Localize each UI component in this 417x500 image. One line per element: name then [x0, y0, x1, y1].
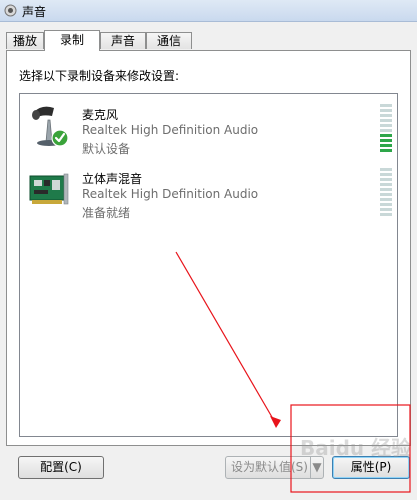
recording-panel: 选择以下录制设备来修改设置: 麦克风 Realtek High Definiti…: [6, 50, 411, 446]
level-segment: [380, 188, 392, 191]
level-segment: [380, 149, 392, 152]
level-meter: [380, 104, 392, 152]
level-segment: [380, 213, 392, 216]
tab-sounds[interactable]: 声音: [100, 32, 146, 49]
device-status: 准备就绪: [82, 206, 131, 220]
level-segment: [380, 203, 392, 206]
speaker-icon: [4, 4, 17, 17]
tab-strip: 播放 录制 声音 通信: [6, 30, 411, 51]
level-segment: [380, 173, 392, 176]
level-segment: [380, 109, 392, 112]
watermark: Baidu 经验: [300, 436, 412, 460]
device-name: 麦克风: [82, 108, 119, 122]
device-name: 立体声混音: [82, 172, 143, 186]
level-segment: [380, 134, 392, 137]
level-segment: [380, 124, 392, 127]
level-segment: [380, 208, 392, 211]
configure-button[interactable]: 配置(C): [18, 456, 104, 479]
level-segment: [380, 144, 392, 147]
instruction-text: 选择以下录制设备来修改设置:: [19, 69, 180, 83]
level-segment: [380, 183, 392, 186]
device-description: Realtek High Definition Audio: [82, 187, 259, 201]
level-segment: [380, 114, 392, 117]
sound-card-icon: [29, 173, 69, 205]
device-status: 默认设备: [82, 142, 131, 156]
microphone-icon: [32, 106, 69, 147]
level-segment: [380, 119, 392, 122]
tab-recording[interactable]: 录制: [44, 30, 100, 51]
device-list[interactable]: 麦克风 Realtek High Definition Audio 默认设备 立…: [19, 93, 398, 437]
list-item-stereo-mix[interactable]: 立体声混音 Realtek High Definition Audio 准备就绪: [20, 162, 397, 224]
level-segment: [380, 193, 392, 196]
level-segment: [380, 198, 392, 201]
level-segment: [380, 168, 392, 171]
tab-communications[interactable]: 通信: [146, 32, 192, 49]
level-segment: [380, 139, 392, 142]
level-segment: [380, 178, 392, 181]
tab-playback[interactable]: 播放: [6, 32, 44, 49]
level-segment: [380, 129, 392, 132]
title-bar: 声音: [0, 0, 417, 22]
window-title: 声音: [22, 5, 47, 19]
list-item-microphone[interactable]: 麦克风 Realtek High Definition Audio 默认设备: [20, 98, 397, 160]
level-segment: [380, 104, 392, 107]
set-default-button[interactable]: 设为默认值(S): [225, 456, 311, 479]
level-meter: [380, 168, 392, 216]
device-description: Realtek High Definition Audio: [82, 123, 259, 137]
